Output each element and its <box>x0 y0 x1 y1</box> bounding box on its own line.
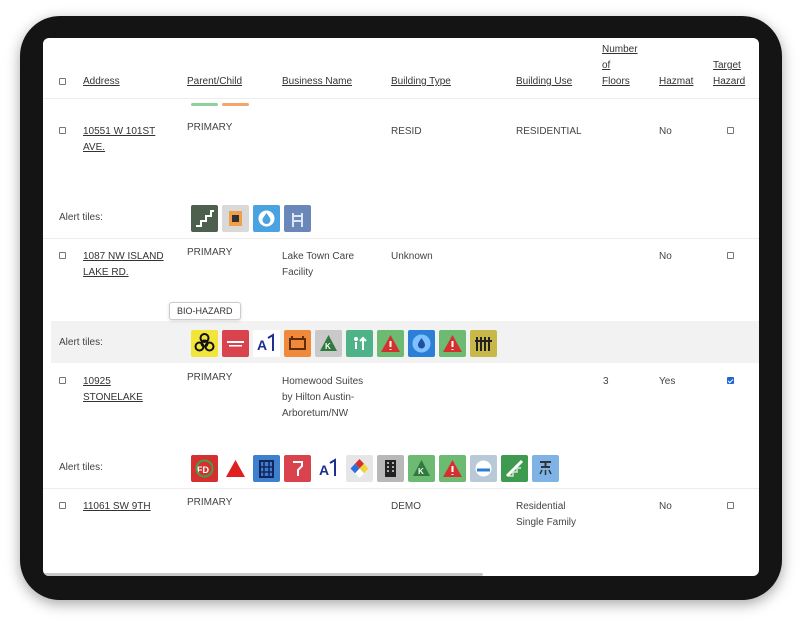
building-type-cell: RESID <box>391 126 422 137</box>
target-hazard-checkbox[interactable] <box>727 502 734 509</box>
header-floors-line: Number <box>602 44 638 55</box>
screen: Address Parent/Child Business Name Build… <box>43 38 759 576</box>
parent-child-cell: PRIMARY <box>187 247 233 258</box>
horizontal-scrollbar[interactable] <box>43 573 483 576</box>
bio-hazard-icon[interactable] <box>191 330 218 357</box>
alarm-pull-icon[interactable] <box>284 455 311 482</box>
sprinkler-head-icon[interactable] <box>532 455 559 482</box>
building-use-cell: RESIDENTIAL <box>516 126 582 137</box>
floors-cell: 3 <box>603 376 609 387</box>
row-divider <box>43 488 759 489</box>
alert-tiles-label: Alert tiles: <box>59 462 103 473</box>
stairwell-icon[interactable] <box>501 455 528 482</box>
building-windows-icon[interactable] <box>253 455 280 482</box>
alarm-panel-icon[interactable] <box>284 330 311 357</box>
target-hazard-checkbox[interactable] <box>727 127 734 134</box>
row-checkbox[interactable] <box>59 127 66 134</box>
knox-box-icon[interactable]: K <box>315 330 342 357</box>
address-link[interactable]: 10551 W 101ST AVE. <box>83 124 155 156</box>
target-hazard-checkbox[interactable] <box>727 377 734 384</box>
parent-child-cell: PRIMARY <box>187 372 233 383</box>
fire-department-icon[interactable]: FD <box>191 455 218 482</box>
stairs-icon[interactable] <box>191 205 218 232</box>
business-name-line: Arboretum/NW <box>282 408 349 419</box>
legend-bar <box>222 103 249 106</box>
row-divider <box>43 238 759 239</box>
hazard-triangle-icon[interactable] <box>222 455 249 482</box>
hazmat-cell: No <box>659 501 672 512</box>
building-use-line: Residential <box>516 501 566 512</box>
elevator-icon[interactable] <box>346 330 373 357</box>
header-divider <box>43 98 759 99</box>
svg-text:K: K <box>325 342 331 351</box>
tooltip: BIO-HAZARD <box>169 302 241 320</box>
business-name-cell: Homewood Suites by Hilton Austin- Arbore… <box>282 374 363 422</box>
row-checkbox[interactable] <box>59 252 66 259</box>
header-business-name[interactable]: Business Name <box>282 74 352 90</box>
alert-tiles-label: Alert tiles: <box>59 212 103 223</box>
gate-icon[interactable] <box>470 330 497 357</box>
standpipe-icon[interactable] <box>284 205 311 232</box>
header-address[interactable]: Address <box>83 74 120 90</box>
fire-control-room-icon[interactable] <box>222 330 249 357</box>
fire-panel-icon[interactable] <box>222 205 249 232</box>
hazmat-cell: No <box>659 251 672 262</box>
address-line: STONELAKE <box>83 392 143 403</box>
header-floors-line: Floors <box>602 76 630 87</box>
warning-icon[interactable] <box>439 330 466 357</box>
svg-text:A: A <box>319 462 329 478</box>
fire-department-connection-icon[interactable]: A <box>315 455 342 482</box>
row-checkbox[interactable] <box>59 377 66 384</box>
parent-child-cell: PRIMARY <box>187 497 233 508</box>
hydrant-icon[interactable] <box>470 455 497 482</box>
parent-child-cell: PRIMARY <box>187 122 233 133</box>
select-all-checkbox[interactable] <box>59 78 66 85</box>
header-target-line: Hazard <box>713 76 746 87</box>
address-line: 1087 NW ISLAND <box>83 251 164 262</box>
business-name-cell: Lake Town Care Facility <box>282 249 354 281</box>
address-link[interactable]: 1087 NW ISLAND LAKE RD. <box>83 249 164 281</box>
high-rise-icon[interactable] <box>377 455 404 482</box>
building-use-line: Single Family <box>516 517 577 528</box>
address-link[interactable]: 10925 STONELAKE <box>83 374 143 406</box>
business-name-line: by Hilton Austin- <box>282 392 355 403</box>
alert-tiles-label: Alert tiles: <box>59 337 103 348</box>
header-building-type[interactable]: Building Type <box>391 74 451 90</box>
water-supply-icon[interactable] <box>253 205 280 232</box>
warning-icon[interactable] <box>439 455 466 482</box>
header-parent-child[interactable]: Parent/Child <box>187 74 242 90</box>
header-target-line: Target <box>713 60 741 71</box>
business-name-line: Facility <box>282 267 314 278</box>
target-hazard-checkbox[interactable] <box>727 252 734 259</box>
business-name-line: Lake Town Care <box>282 251 355 262</box>
row-checkbox[interactable] <box>59 502 66 509</box>
business-name-line: Homewood Suites <box>282 376 364 387</box>
legend-bar <box>191 103 218 106</box>
hazmat-diamond-icon[interactable] <box>346 455 373 482</box>
warning-icon[interactable] <box>377 330 404 357</box>
hazmat-cell: Yes <box>659 376 676 387</box>
address-line: 10925 <box>83 376 111 387</box>
header-floors-line: of <box>602 60 611 71</box>
building-use-cell: Residential Single Family <box>516 499 576 531</box>
address-line: AVE. <box>83 142 106 153</box>
fire-department-connection-icon[interactable]: A <box>253 330 280 357</box>
hazmat-cell: No <box>659 126 672 137</box>
alert-tiles: FD A K <box>191 455 559 482</box>
address-link[interactable]: 11061 SW 9TH <box>83 499 151 515</box>
header-building-use[interactable]: Building Use <box>516 74 572 90</box>
svg-text:K: K <box>418 467 424 476</box>
address-line: 10551 W 101ST <box>83 126 156 137</box>
address-line: LAKE RD. <box>83 267 129 278</box>
header-target-hazard[interactable]: Target Hazard <box>713 58 745 90</box>
header-hazmat[interactable]: Hazmat <box>659 74 693 90</box>
svg-text:A: A <box>257 337 267 353</box>
alert-tiles: AK <box>191 330 497 357</box>
sprinkler-icon[interactable] <box>408 330 435 357</box>
alert-tiles <box>191 205 311 232</box>
building-type-cell: Unknown <box>391 251 433 262</box>
header-number-of-floors[interactable]: Number of Floors <box>602 42 638 90</box>
building-type-cell: DEMO <box>391 501 421 512</box>
knox-box-icon[interactable]: K <box>408 455 435 482</box>
